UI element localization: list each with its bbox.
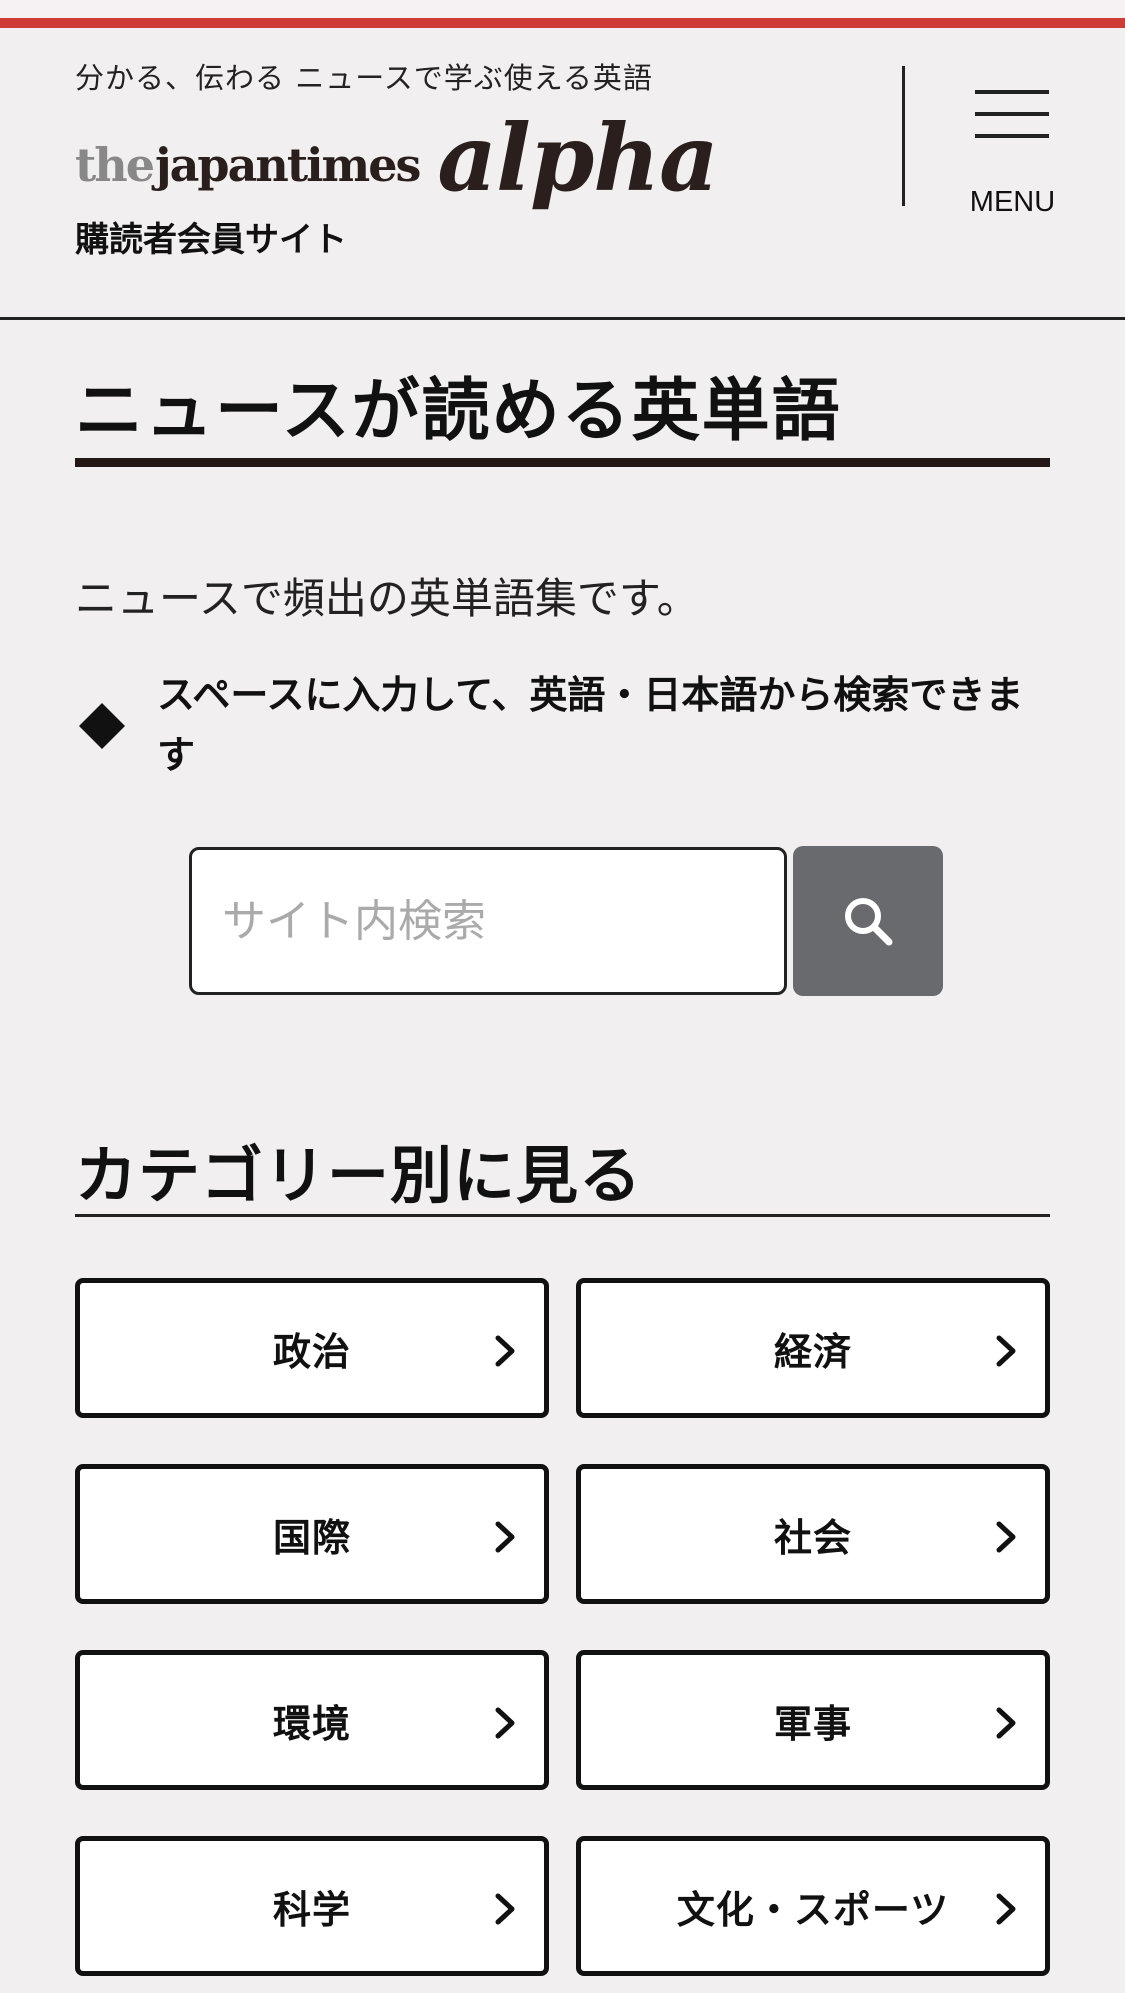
category-label: 文化・スポーツ <box>676 1887 950 1932</box>
chevron-right-icon <box>996 1521 1016 1553</box>
chevron-right-icon <box>495 1893 515 1925</box>
chevron-right-icon <box>495 1707 515 1739</box>
category-heading: カテゴリー別に見る <box>75 1139 643 1212</box>
intro-text: ニュースで頻出の英単語集です。 <box>75 574 699 623</box>
category-button-politics[interactable]: 政治 <box>75 1278 549 1418</box>
category-label: 環境 <box>272 1701 351 1746</box>
category-button-science[interactable]: 科学 <box>75 1836 549 1976</box>
header-divider <box>902 66 905 206</box>
title-underline <box>75 458 1050 467</box>
category-button-military[interactable]: 軍事 <box>576 1650 1050 1790</box>
menu-button[interactable]: MENU <box>955 90 1070 220</box>
search-button[interactable] <box>793 846 943 996</box>
category-button-economy[interactable]: 経済 <box>576 1278 1050 1418</box>
site-tagline: 分かる、伝わる ニュースで学ぶ使える英語 <box>75 61 653 95</box>
category-label: 社会 <box>773 1515 852 1560</box>
subscriber-site-label: 購読者会員サイト <box>75 220 347 260</box>
category-label: 科学 <box>272 1887 351 1932</box>
logo-the: the <box>75 138 155 192</box>
hamburger-icon <box>975 90 1049 140</box>
category-button-environment[interactable]: 環境 <box>75 1650 549 1790</box>
accent-bar <box>0 18 1125 28</box>
chevron-right-icon <box>996 1335 1016 1367</box>
page-title: ニュースが読める英単語 <box>75 372 842 451</box>
search-icon <box>845 898 893 946</box>
top-strip <box>0 0 1125 18</box>
chevron-right-icon <box>495 1521 515 1553</box>
site-logo[interactable]: the japantimes alpha <box>75 100 719 212</box>
search-note-text: スペースに入力して、英語・日本語から検索できます <box>157 673 1024 777</box>
category-button-international[interactable]: 国際 <box>75 1464 549 1604</box>
category-label: 軍事 <box>773 1701 852 1746</box>
search-input[interactable] <box>189 847 787 995</box>
category-label: 政治 <box>272 1329 351 1374</box>
chevron-right-icon <box>996 1893 1016 1925</box>
logo-japantimes: japantimes <box>154 138 421 192</box>
chevron-right-icon <box>996 1707 1016 1739</box>
menu-label: MENU <box>969 186 1056 218</box>
diamond-icon <box>79 703 125 749</box>
category-heading-rule <box>75 1214 1050 1217</box>
category-label: 経済 <box>773 1329 852 1374</box>
category-button-culture-sports[interactable]: 文化・スポーツ <box>576 1836 1050 1976</box>
logo-alpha: alpha <box>437 104 718 212</box>
chevron-right-icon <box>495 1335 515 1367</box>
category-button-society[interactable]: 社会 <box>576 1464 1050 1604</box>
category-label: 国際 <box>272 1515 351 1560</box>
